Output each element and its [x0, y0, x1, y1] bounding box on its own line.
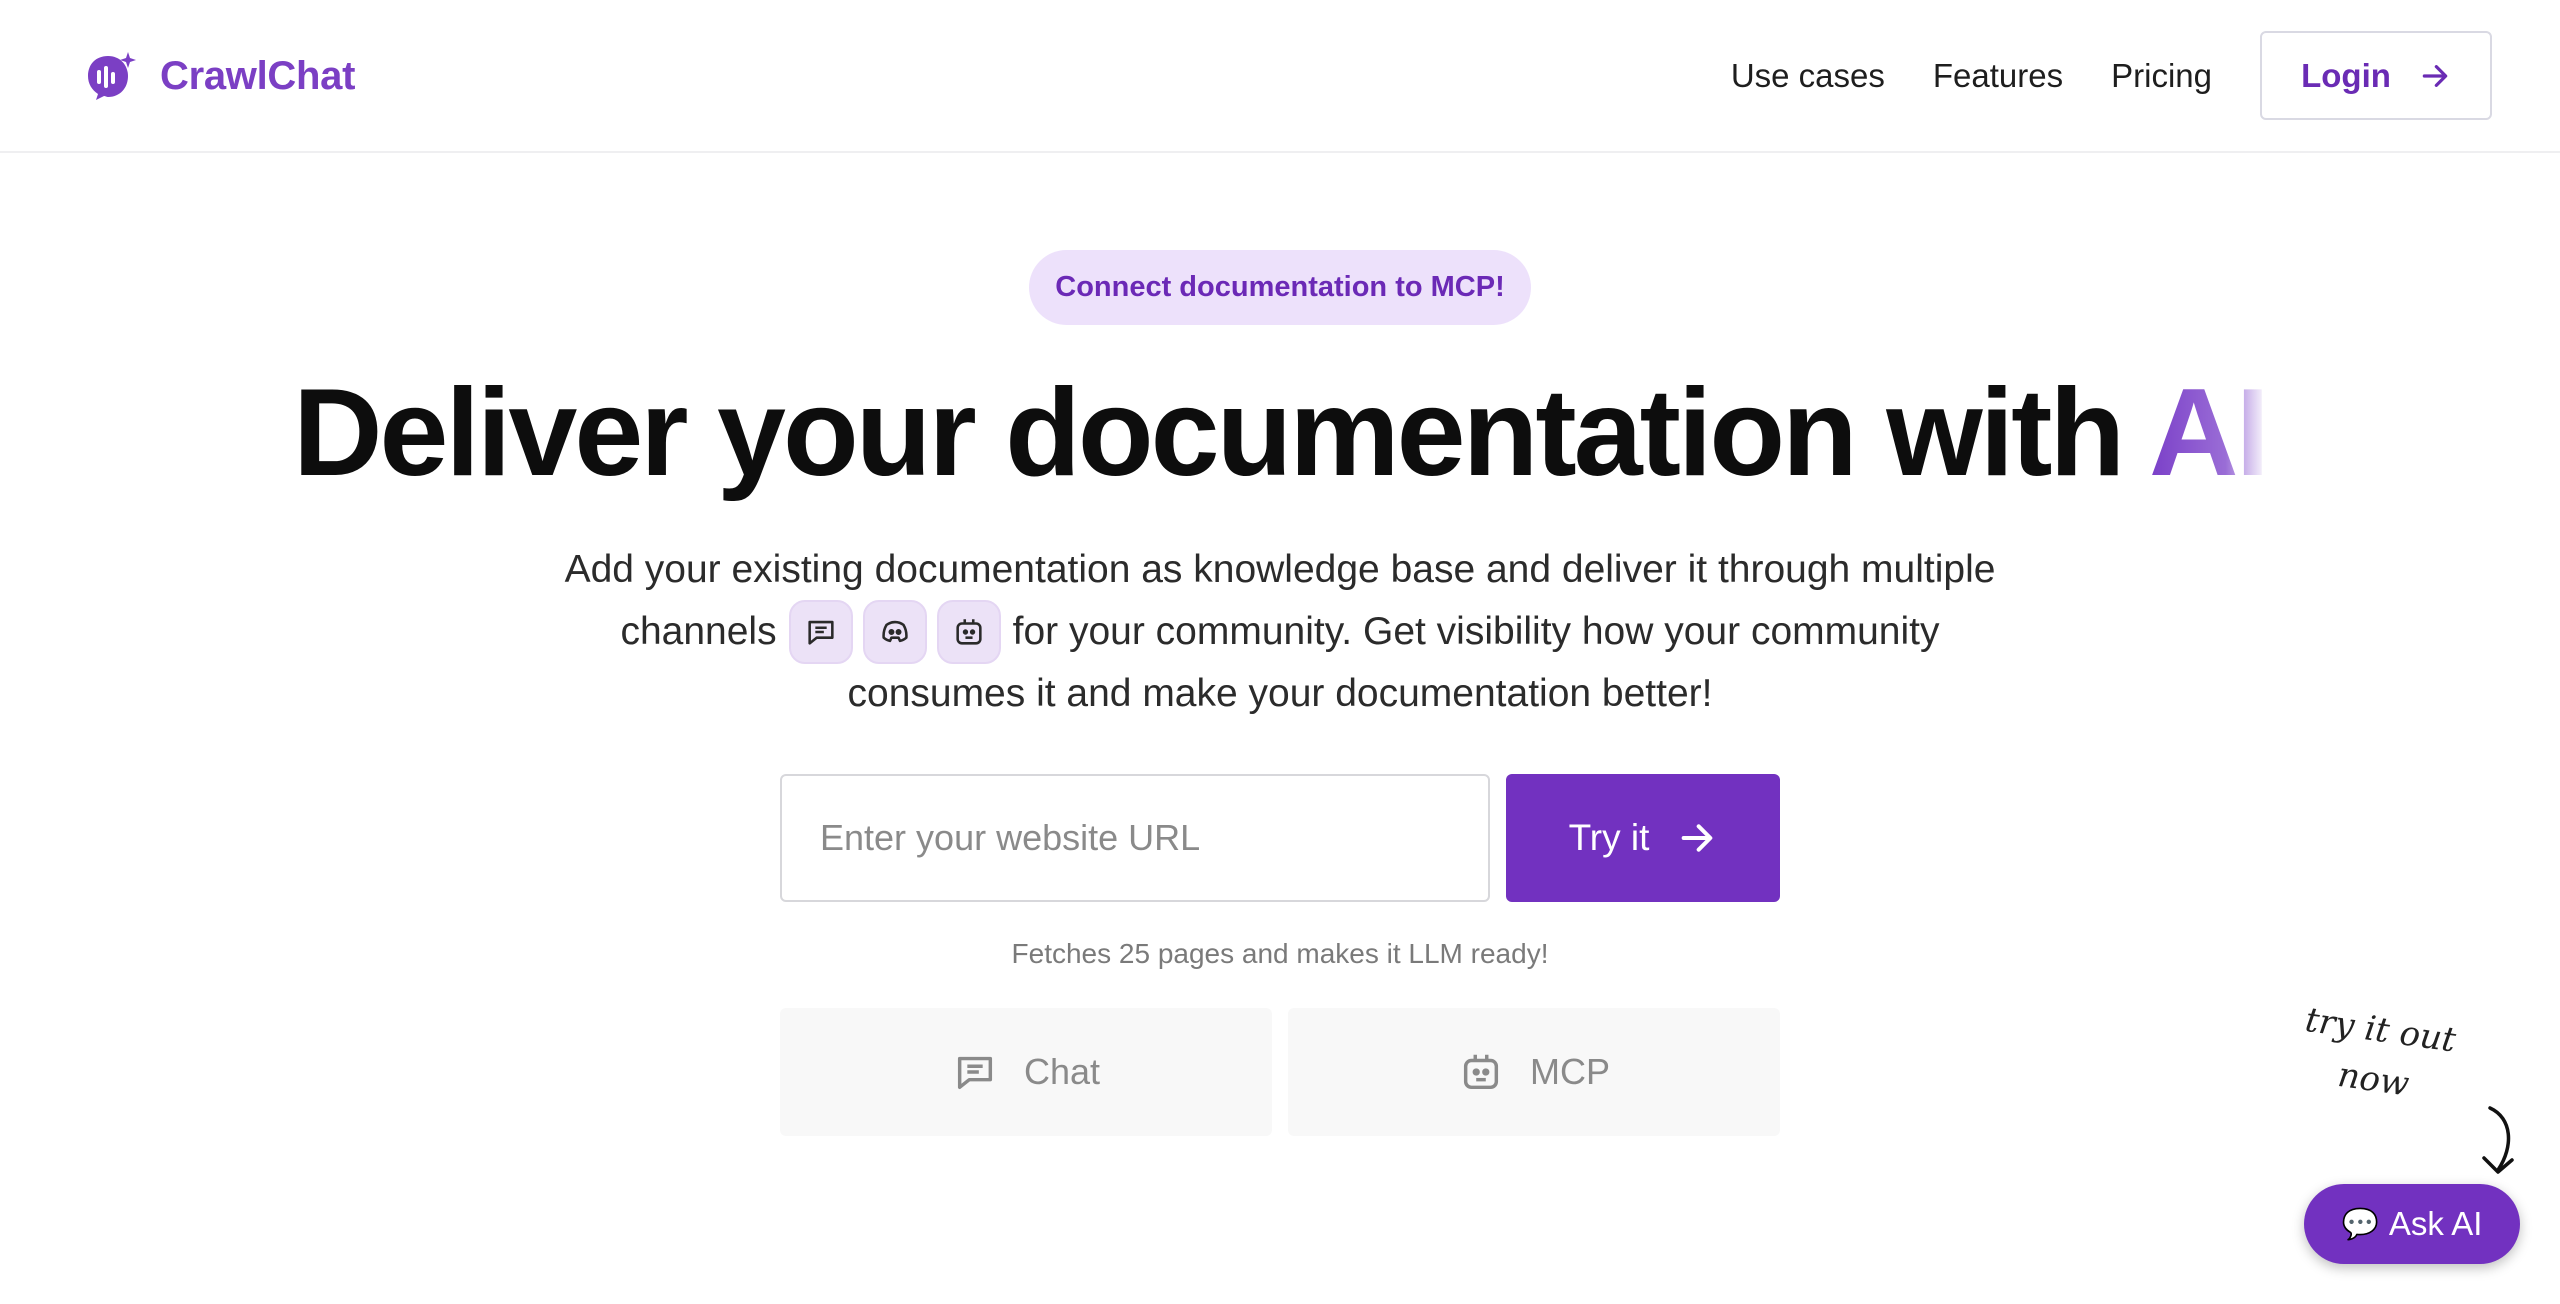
chat-icon	[808, 620, 834, 645]
channels-text: channels	[620, 610, 777, 653]
description-line-2: channels for your community. Get visibil…	[440, 600, 2120, 664]
nav-use-cases[interactable]: Use cases	[1731, 57, 1885, 95]
tab-chat[interactable]: Chat	[780, 1008, 1272, 1136]
ask-ai-button[interactable]: 💬 Ask AI	[2304, 1184, 2520, 1264]
login-label: Login	[2301, 56, 2391, 94]
nav-links: Use cases Features Pricing Login	[1731, 31, 2492, 120]
tab-mcp[interactable]: MCP	[1288, 1008, 1780, 1136]
nav-features[interactable]: Features	[1933, 57, 2063, 95]
crawlchat-logo-icon	[88, 52, 136, 100]
try-it-button[interactable]: Try it	[1506, 774, 1780, 902]
description-line-3: consumes it and make your documentation …	[847, 672, 1713, 715]
mcp-channel-badge	[936, 600, 1001, 664]
nav-pricing[interactable]: Pricing	[2111, 57, 2212, 95]
ask-ai-label: Ask AI	[2388, 1205, 2483, 1242]
curved-arrow-icon	[2482, 1106, 2514, 1174]
announcement-pill[interactable]: Connect documentation to MCP!	[1029, 250, 1531, 325]
arrow-right-icon	[2422, 64, 2448, 87]
discord-icon	[881, 620, 908, 643]
try-it-hint: try it out now	[2256, 989, 2498, 1120]
brand-logo[interactable]: CrawlChat	[86, 50, 355, 102]
description-line-1: Add your existing documentation as knowl…	[564, 548, 1996, 591]
website-url-input[interactable]	[780, 774, 1490, 902]
headline-accent: AI	[2149, 364, 2270, 502]
arrow-right-icon	[1682, 824, 1713, 852]
demo-tabs: Chat MCP	[780, 1008, 1780, 1136]
mcp-icon	[1463, 1054, 1499, 1090]
channel-icons	[788, 600, 1001, 664]
login-button[interactable]: Login	[2260, 31, 2492, 120]
chat-icon	[957, 1056, 993, 1090]
try-it-label: Try it	[1568, 817, 1650, 858]
fetch-note: Fetches 25 pages and makes it LLM ready!	[1011, 938, 1549, 969]
tab-chat-label: Chat	[1023, 1051, 1101, 1092]
speech-bubble-icon: 💬	[2341, 1207, 2379, 1241]
hero-description: Add your existing documentation as knowl…	[440, 540, 2120, 724]
discord-channel-badge	[862, 600, 927, 664]
brand-name: CrawlChat	[160, 53, 356, 98]
tab-mcp-label: MCP	[1530, 1051, 1610, 1092]
community-text: for your community. Get visibility how y…	[1012, 610, 1940, 653]
chat-channel-badge	[788, 600, 853, 664]
headline-main: Deliver your documentation with	[292, 364, 2150, 502]
top-navbar: CrawlChat Use cases Features Pricing Log…	[0, 0, 2560, 153]
mcp-icon	[956, 619, 982, 645]
hero-headline: Deliver your documentation with AI	[0, 358, 2560, 508]
